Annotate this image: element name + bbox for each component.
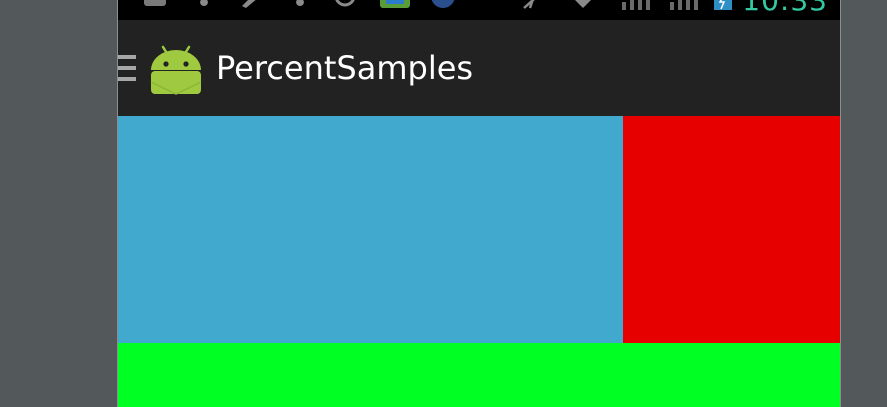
signal-bars-icon: [670, 0, 698, 10]
drop-icon: [296, 0, 304, 6]
notification-icon: [144, 0, 166, 6]
app-title: PercentSamples: [216, 49, 474, 87]
signal-bars-icon: [622, 0, 650, 10]
status-bar: 10:33: [118, 0, 840, 20]
android-icon[interactable]: [148, 40, 204, 96]
battery-icon: [714, 0, 732, 10]
percent-layout-content: [118, 116, 840, 407]
drop-icon: [200, 0, 208, 6]
blue-block: [118, 116, 623, 343]
edit-icon: [242, 0, 256, 8]
device-screen: 10:33 PercentSamples: [117, 0, 841, 407]
signal-icon: [523, 0, 535, 9]
app-icon: [431, 0, 455, 8]
status-clock: 10:33: [742, 0, 828, 17]
green-block: [118, 343, 840, 407]
drawer-menu-icon[interactable]: [118, 55, 136, 85]
app-icon: [380, 0, 410, 8]
sync-icon: [335, 0, 355, 7]
wifi-icon: [575, 0, 591, 8]
red-block: [623, 116, 840, 343]
action-bar: PercentSamples: [118, 20, 840, 116]
